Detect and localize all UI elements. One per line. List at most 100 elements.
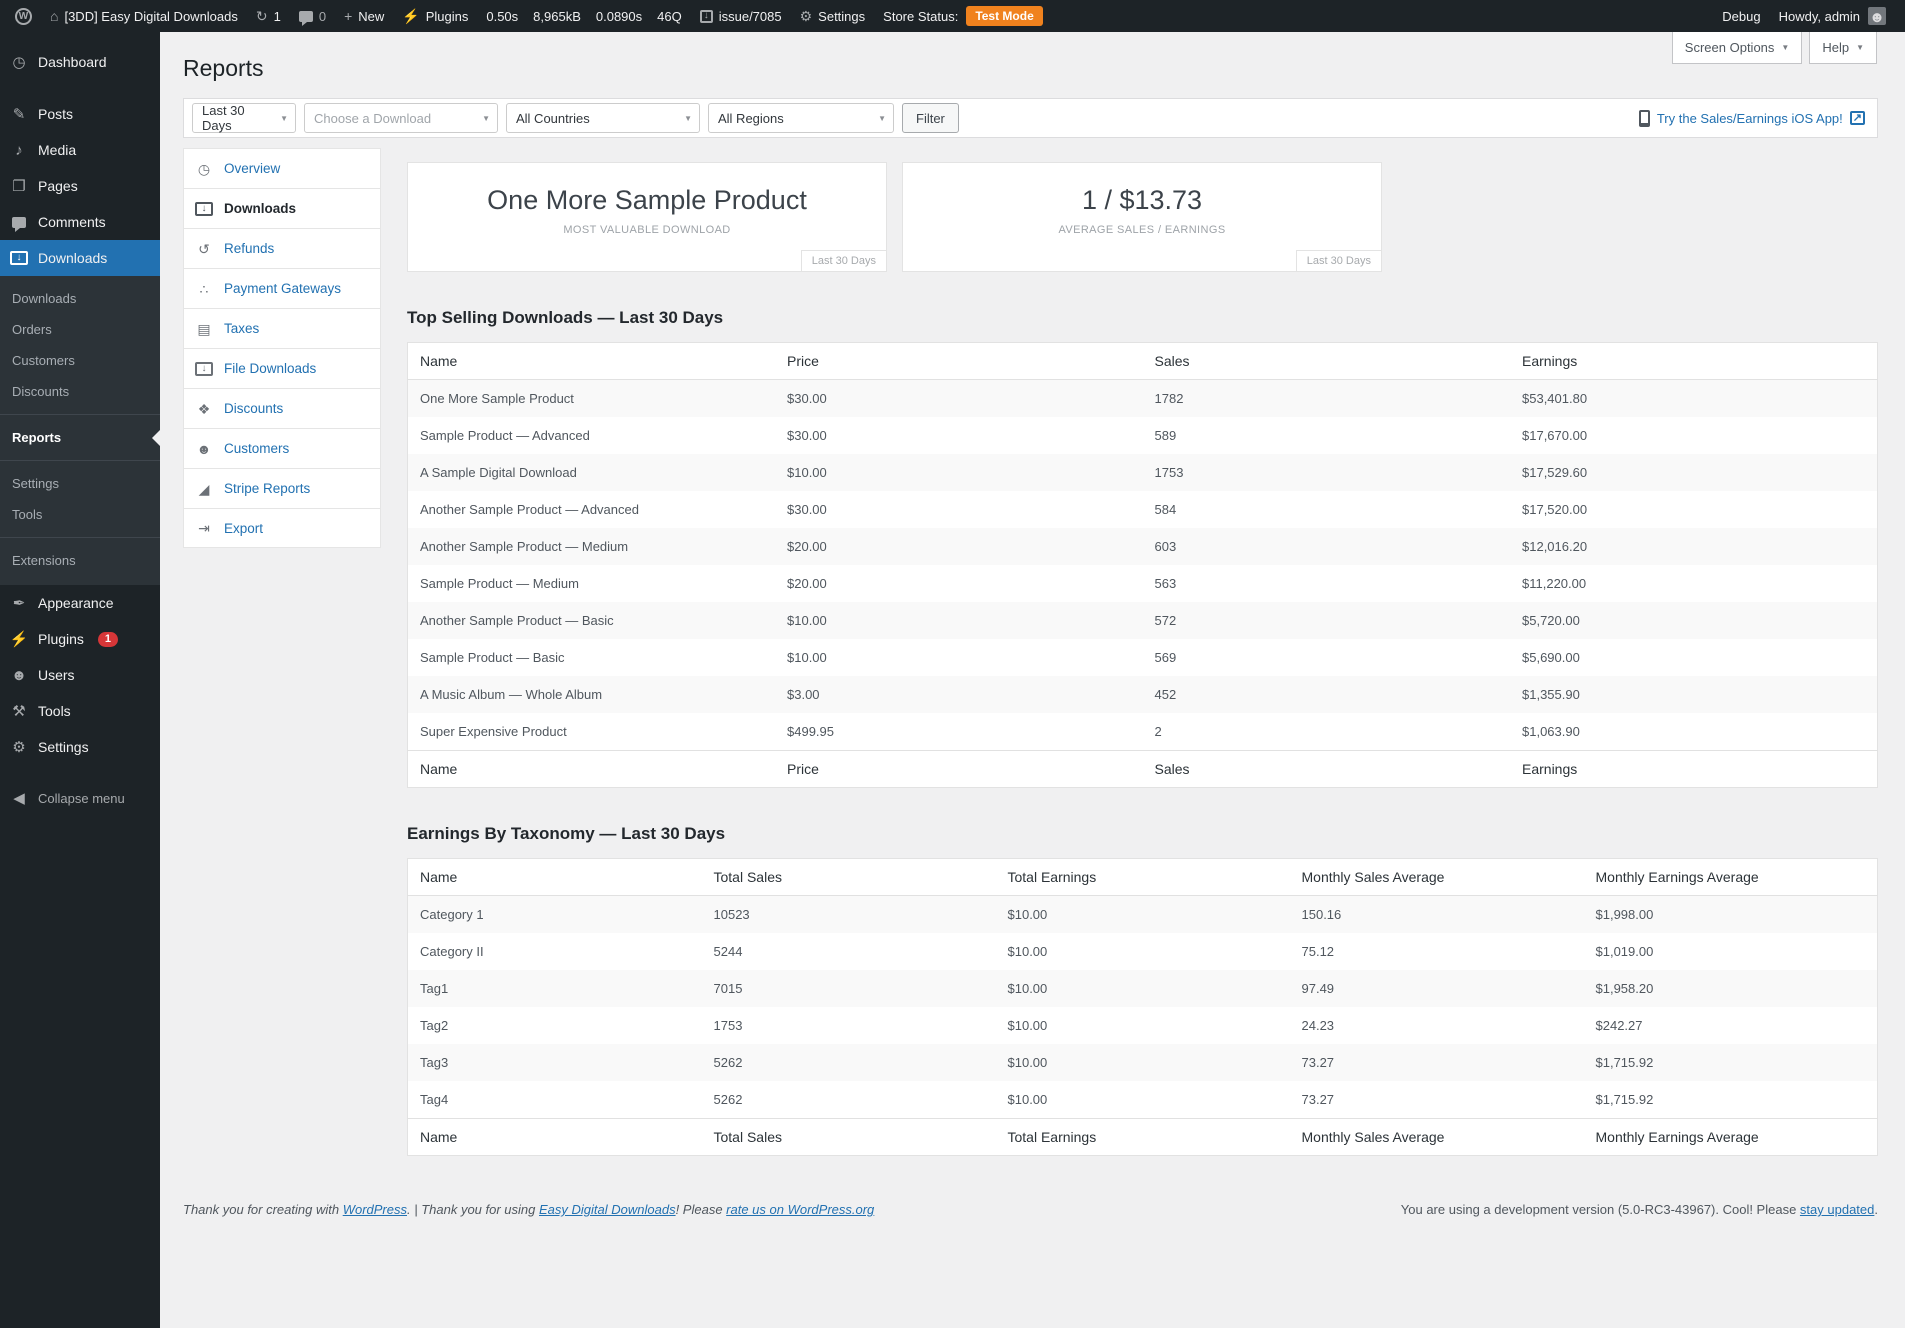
table-cell: Tag3 (408, 1044, 702, 1081)
report-tab-taxes[interactable]: ▤Taxes (183, 308, 381, 348)
report-tab-refunds[interactable]: ↺Refunds (183, 228, 381, 268)
wordpress-menu[interactable]: W (6, 0, 41, 32)
store-status-menu[interactable]: Store Status: Test Mode (874, 0, 1052, 32)
submenu-item-reports[interactable]: Reports (0, 422, 160, 453)
debug-menu[interactable]: Debug (1713, 0, 1769, 32)
table-cell: $17,529.60 (1510, 454, 1878, 491)
sidebar-item-comments[interactable]: Comments (0, 204, 160, 240)
filter-button[interactable]: Filter (902, 103, 959, 133)
table-footer-row: NameTotal SalesTotal EarningsMonthly Sal… (408, 1119, 1878, 1156)
my-account-menu[interactable]: Howdy, admin ☻ (1770, 0, 1895, 32)
site-name-menu[interactable]: ⌂ [3DD] Easy Digital Downloads (41, 0, 247, 32)
sidebar-item-plugins[interactable]: ⚡Plugins1 (0, 621, 160, 657)
table-row: A Music Album — Whole Album$3.00452$1,35… (408, 676, 1878, 713)
table-cell: Another Sample Product — Basic (408, 602, 776, 639)
sidebar-item-media[interactable]: ♪Media (0, 132, 160, 168)
report-tab-file-downloads[interactable]: ↓File Downloads (183, 348, 381, 388)
collapse-label: Collapse menu (38, 791, 125, 806)
sidebar-item-appearance[interactable]: ✒Appearance (0, 585, 160, 621)
settings-adminbar-menu[interactable]: ⚙ Settings (791, 0, 875, 32)
sidebar-item-tools[interactable]: ⚒Tools (0, 693, 160, 729)
table-cell: $20.00 (775, 528, 1143, 565)
metric-tile-most-valuable: One More Sample Product MOST VALUABLE DO… (407, 162, 887, 272)
sidebar-item-dashboard[interactable]: ◷ Dashboard (0, 44, 160, 80)
country-select[interactable]: All Countries ▼ (506, 103, 700, 133)
sidebar-item-posts[interactable]: ✎Posts (0, 96, 160, 132)
store-status-label: Store Status: (883, 9, 958, 24)
sidebar-item-users[interactable]: ☻Users (0, 657, 160, 693)
home-icon: ⌂ (50, 9, 58, 23)
report-tab-downloads[interactable]: ↓Downloads (183, 188, 381, 228)
table-cell: 7015 (702, 970, 996, 1007)
ios-app-link[interactable]: Try the Sales/Earnings iOS App! ↗ (1639, 110, 1865, 127)
update-count: 1 (274, 9, 281, 24)
sidebar-item-label: Media (38, 142, 76, 158)
sidebar-item-downloads[interactable]: ↓Downloads (0, 240, 160, 276)
report-tab-gateways[interactable]: ∴Payment Gateways (183, 268, 381, 308)
table-cell: $3.00 (775, 676, 1143, 713)
report-tab-overview[interactable]: ◷Overview (183, 148, 381, 188)
gateways-gateways-icon: ∴ (195, 282, 213, 296)
sidebar-item-label: Dashboard (38, 54, 107, 70)
query-monitor-stats[interactable]: 0.50s 8,965kB 0.0890s 46Q (477, 0, 690, 32)
submenu-item-orders[interactable]: Orders (0, 314, 160, 345)
submenu-item-downloads[interactable]: Downloads (0, 283, 160, 314)
qm-db-time: 0.0890s (596, 9, 642, 24)
filter-bar: Last 30 Days ▼ Choose a Download ▼ All C… (183, 98, 1878, 138)
main-content: Screen Options ▼ Help ▼ Reports Last 30 … (160, 32, 1905, 1328)
submenu-item-extensions[interactable]: Extensions (0, 545, 160, 576)
column-header: Earnings (1510, 343, 1878, 380)
column-header: Sales (1143, 343, 1511, 380)
download-select[interactable]: Choose a Download ▼ (304, 103, 498, 133)
comments-button[interactable]: 0 (290, 0, 335, 32)
table-cell: 452 (1143, 676, 1511, 713)
appearance-appearance-icon: ✒ (10, 596, 28, 611)
report-tab-export[interactable]: ⇥Export (183, 508, 381, 548)
help-button[interactable]: Help ▼ (1809, 32, 1877, 64)
table-cell: $17,670.00 (1510, 417, 1878, 454)
table-cell: Tag4 (408, 1081, 702, 1119)
rate-us-link[interactable]: rate us on WordPress.org (726, 1202, 874, 1217)
report-tab-discounts[interactable]: ❖Discounts (183, 388, 381, 428)
submenu-item-discounts[interactable]: Discounts (0, 376, 160, 407)
stay-updated-link[interactable]: stay updated (1800, 1202, 1874, 1217)
section-title: Top Selling Downloads — Last 30 Days (407, 308, 1878, 328)
tile-value: 1 / $13.73 (1082, 185, 1202, 216)
git-branch-menu[interactable]: ↓ issue/7085 (691, 0, 791, 32)
report-tab-customers[interactable]: ☻Customers (183, 428, 381, 468)
submenu-item-tools[interactable]: Tools (0, 499, 160, 530)
submenu-item-customers[interactable]: Customers (0, 345, 160, 376)
sidebar-item-pages[interactable]: ❐Pages (0, 168, 160, 204)
sidebar-item-settings[interactable]: ⚙Settings (0, 729, 160, 765)
table-cell: $10.00 (996, 896, 1290, 934)
report-tab-stripe-reports[interactable]: ◢Stripe Reports (183, 468, 381, 508)
table-header-row: NamePriceSalesEarnings (408, 343, 1878, 380)
settings-label: Settings (818, 9, 865, 24)
new-content-menu[interactable]: + New (335, 0, 393, 32)
dashboard-dashboard-icon: ◷ (10, 55, 28, 70)
section-title: Earnings By Taxonomy — Last 30 Days (407, 824, 1878, 844)
taxes-taxes-icon: ▤ (195, 322, 213, 336)
sidebar-item-label: Pages (38, 178, 78, 194)
wordpress-link[interactable]: WordPress (343, 1202, 407, 1217)
updates-button[interactable]: ↻ 1 (247, 0, 290, 32)
sidebar-menu-bottom: ✒Appearance⚡Plugins1☻Users⚒Tools⚙Setting… (0, 585, 160, 765)
table-cell: Tag1 (408, 970, 702, 1007)
collapse-menu-button[interactable]: ◀ Collapse menu (0, 781, 160, 816)
region-select[interactable]: All Regions ▼ (708, 103, 894, 133)
table-row: A Sample Digital Download$10.001753$17,5… (408, 454, 1878, 491)
collapse-icon: ◀ (10, 791, 28, 806)
edd-link[interactable]: Easy Digital Downloads (539, 1202, 676, 1217)
report-panel: One More Sample Product MOST VALUABLE DO… (407, 148, 1878, 1156)
footer-text: You are using a development version (5.0… (1401, 1202, 1800, 1217)
report-tab-label: Downloads (224, 201, 296, 216)
report-tab-list: ◷Overview↓Downloads↺Refunds∴Payment Gate… (183, 148, 381, 1156)
submenu-item-settings[interactable]: Settings (0, 468, 160, 499)
users-users-icon: ☻ (10, 668, 28, 683)
screen-options-button[interactable]: Screen Options ▼ (1672, 32, 1803, 64)
date-range-select[interactable]: Last 30 Days ▼ (192, 103, 296, 133)
tile-label: AVERAGE SALES / EARNINGS (1058, 224, 1225, 236)
table-cell: A Sample Digital Download (408, 454, 776, 491)
plugins-adminbar-button[interactable]: ⚡ Plugins (393, 0, 477, 32)
table-cell: 572 (1143, 602, 1511, 639)
